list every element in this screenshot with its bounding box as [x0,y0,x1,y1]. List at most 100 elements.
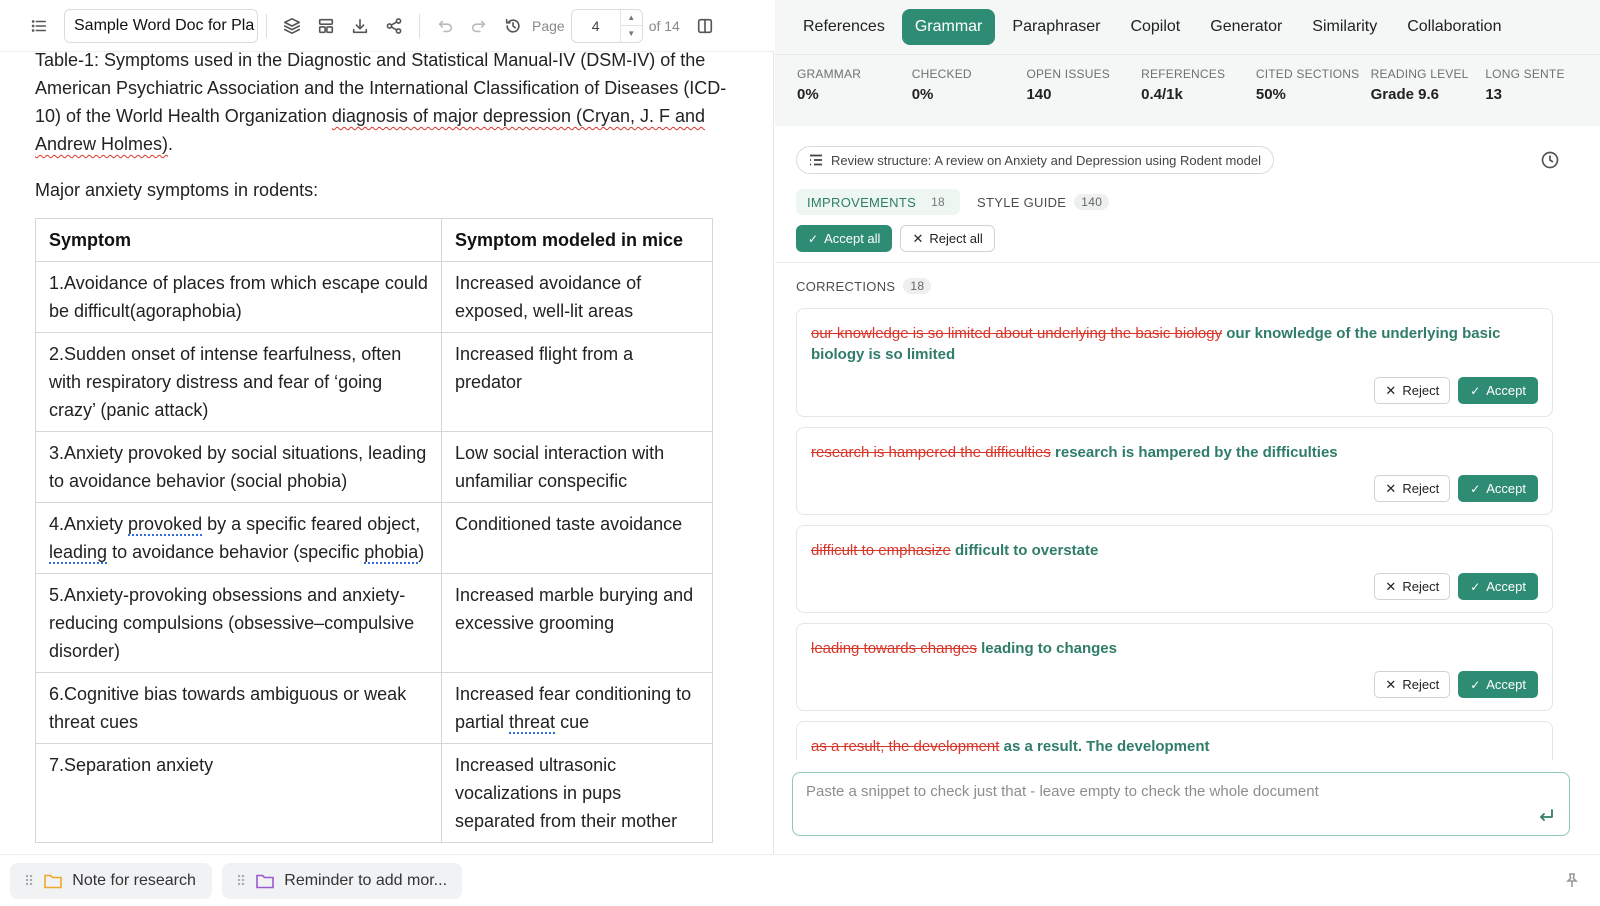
undo-icon[interactable] [428,9,462,43]
document-body[interactable]: Table-1: Symptoms used in the Diagnostic… [35,50,735,843]
subtab-style-guide[interactable]: STYLE GUIDE 140 [966,189,1117,215]
tab-generator[interactable]: Generator [1197,9,1295,45]
table-cell: Increased ultrasonic vocalizations in pu… [441,743,713,843]
correction-card[interactable]: research is hampered the difficulties re… [796,427,1553,515]
page-label: Page [532,17,565,34]
tab-similarity[interactable]: Similarity [1299,9,1390,45]
document-toolbar: Sample Word Doc for Pla Page ▲ ▼ [0,0,774,52]
count-badge: 18 [931,195,946,209]
download-icon[interactable] [343,9,377,43]
check-icon: ✓ [1470,481,1481,496]
review-structure-button[interactable]: Review structure: A review on Anxiety an… [796,146,1274,174]
accept-button[interactable]: ✓ Accept [1458,671,1538,698]
suggestion-subtabs: IMPROVEMENTS 18 STYLE GUIDE 140 [796,189,1123,215]
original-text: difficult to emphasize [811,542,951,559]
tab-grammar[interactable]: Grammar [901,9,996,45]
suggested-text: as a result. The development [1003,738,1210,755]
table-row: 5.Anxiety-provoking obsessions and anxie… [35,573,713,673]
style-flag[interactable]: threat [509,712,555,732]
stat-reading-level: READING LEVEL Grade 9.6 [1370,67,1469,103]
correction-text: as a result, the development as a result… [811,736,1538,757]
document-title-field[interactable]: Sample Word Doc for Pla [64,8,258,43]
table-cell: 4.Anxiety provoked by a specific feared … [35,502,442,574]
reject-all-button[interactable]: ✕ Reject all [900,225,995,252]
table-header-cell: Symptom modeled in mice [441,218,713,262]
accept-button[interactable]: ✓ Accept [1458,475,1538,502]
table-row: 2.Sudden onset of intense fearfulness, o… [35,332,713,432]
share-icon[interactable] [377,9,411,43]
note-chip-reminder[interactable]: ⠿ Reminder to add mor... [222,863,462,899]
split-view-icon[interactable] [688,9,722,43]
chevron-down-icon[interactable]: ▼ [620,25,642,42]
correction-card[interactable]: as a result, the development as a result… [796,721,1553,760]
notes-bar: ⠿ Note for research ⠿ Reminder to add mo… [0,854,1600,906]
style-flag[interactable]: provoked [128,514,202,534]
tab-references[interactable]: References [790,9,898,45]
layers-icon[interactable] [275,9,309,43]
table-cell: 3.Anxiety provoked by social situations,… [35,431,442,503]
stat-open-issues: OPEN ISSUES 140 [1026,67,1110,103]
drag-handle-icon[interactable]: ⠿ [24,873,34,890]
drag-handle-icon[interactable]: ⠿ [236,873,246,890]
layout-template-icon[interactable] [309,9,343,43]
correction-text: research is hampered the difficulties re… [811,442,1538,463]
history-icon[interactable] [496,9,530,43]
stat-checked: CHECKED 0% [911,67,972,103]
correction-text: difficult to emphasize difficult to over… [811,540,1538,561]
table-cell: 5.Anxiety-provoking obsessions and anxie… [35,573,442,673]
toolbar-divider [419,13,420,38]
assistant-panel: References Grammar Paraphraser Copilot G… [775,0,1600,854]
reject-button[interactable]: ✕ Reject [1374,671,1451,698]
check-icon: ✓ [1470,383,1481,398]
tab-copilot[interactable]: Copilot [1117,9,1193,45]
reject-button[interactable]: ✕ Reject [1374,475,1451,502]
table-cell: 1.Avoidance of places from which escape … [35,261,442,333]
note-chip-research[interactable]: ⠿ Note for research [10,863,212,899]
tab-paraphraser[interactable]: Paraphraser [999,9,1113,45]
snippet-input[interactable] [806,783,1506,813]
suggested-text: leading to changes [981,640,1117,657]
outline-list-icon[interactable] [22,9,56,43]
correction-card[interactable]: our knowledge is so limited about underl… [796,308,1553,417]
corrections-list[interactable]: our knowledge is so limited about underl… [796,308,1553,760]
correction-text: leading towards changes leading to chang… [811,638,1538,659]
correction-card[interactable]: leading towards changes leading to chang… [796,623,1553,711]
style-flag[interactable]: leading [49,542,107,562]
stat-grammar: GRAMMAR 0% [797,67,862,103]
correction-text: our knowledge is so limited about underl… [811,323,1538,365]
redo-icon[interactable] [462,9,496,43]
style-flag[interactable]: phobia [364,542,418,562]
reject-button[interactable]: ✕ Reject [1374,573,1451,600]
table-row: 6.Cognitive bias towards ambiguous or we… [35,672,713,744]
check-icon: ✓ [808,231,819,246]
check-icon: ✓ [1470,579,1481,594]
chevron-up-icon[interactable]: ▲ [621,10,642,26]
tab-collaboration[interactable]: Collaboration [1394,9,1514,45]
folder-icon [256,874,275,889]
page-count-label: of 14 [648,17,680,34]
close-icon: ✕ [1385,578,1397,594]
table-header-row: Symptom Symptom modeled in mice [35,218,713,262]
accept-all-button[interactable]: ✓ Accept all [796,225,893,252]
subtab-improvements[interactable]: IMPROVEMENTS 18 [796,189,961,215]
snippet-input-box[interactable] [792,772,1570,836]
close-icon: ✕ [1385,480,1397,496]
page-stepper-controls[interactable]: ▲ ▼ [619,9,642,42]
table-row: 4.Anxiety provoked by a specific feared … [35,502,713,574]
note-label: Note for research [72,872,196,889]
enter-icon[interactable] [1537,807,1555,825]
clock-icon[interactable] [1540,150,1560,170]
page-number-stepper[interactable]: ▲ ▼ [570,8,643,43]
table-cell: 2.Sudden onset of intense fearfulness, o… [35,332,442,432]
pin-icon[interactable] [1564,872,1582,890]
original-text: as a result, the development [811,738,1000,755]
page-number-input[interactable] [571,17,620,34]
correction-card[interactable]: difficult to emphasize difficult to over… [796,525,1553,613]
original-text: leading towards changes [811,640,977,657]
accept-button[interactable]: ✓ Accept [1458,573,1538,600]
reject-button[interactable]: ✕ Reject [1374,377,1451,404]
accept-button[interactable]: ✓ Accept [1458,377,1538,404]
review-structure-label: Review structure: A review on Anxiety an… [831,152,1261,168]
check-icon: ✓ [1470,677,1481,692]
table-cell: Increased fear conditioning to partial t… [441,672,713,744]
